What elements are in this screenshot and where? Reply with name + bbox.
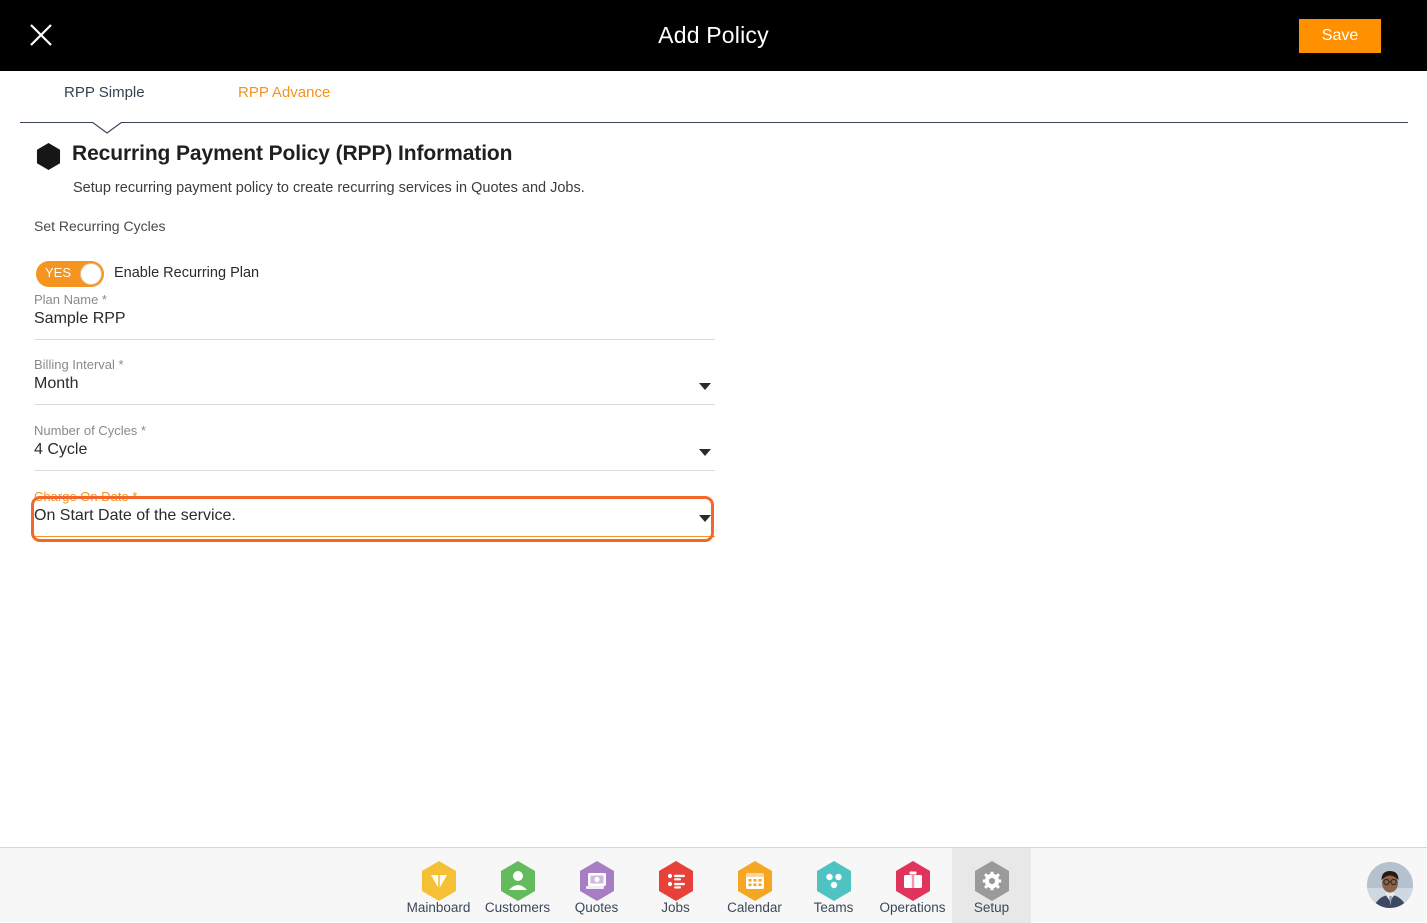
field-underline	[34, 536, 715, 537]
customers-icon	[500, 861, 535, 901]
plan-name-label: Plan Name *	[34, 292, 107, 307]
hexagon-icon	[36, 143, 61, 170]
quotes-icon	[579, 861, 614, 901]
chevron-down-icon[interactable]	[699, 515, 711, 522]
nav-item-setup[interactable]: Setup	[952, 848, 1031, 923]
nav-label: Setup	[973, 900, 1010, 915]
group-label-set-recurring-cycles: Set Recurring Cycles	[34, 218, 166, 234]
nav-item-quotes[interactable]: Quotes	[557, 848, 636, 923]
calendar-icon	[737, 861, 772, 901]
field-underline	[34, 339, 715, 340]
nav-label: Operations	[879, 900, 946, 915]
nav-item-mainboard[interactable]: Mainboard	[399, 848, 478, 923]
jobs-icon	[658, 861, 693, 901]
enable-recurring-plan-toggle[interactable]: YES	[36, 261, 104, 287]
nav-label: Quotes	[574, 900, 619, 915]
nav-label: Mainboard	[406, 900, 471, 915]
field-underline	[34, 404, 715, 405]
toggle-knob	[80, 263, 102, 285]
active-tab-chevron-icon	[92, 122, 122, 134]
billing-interval-value[interactable]: Month	[34, 375, 78, 393]
plan-name-value[interactable]: Sample RPP	[34, 310, 126, 328]
nav-item-teams[interactable]: Teams	[794, 848, 873, 923]
nav-item-jobs[interactable]: Jobs	[636, 848, 715, 923]
user-avatar[interactable]	[1367, 862, 1413, 908]
nav-item-calendar[interactable]: Calendar	[715, 848, 794, 923]
nav-label: Teams	[813, 900, 854, 915]
operations-icon	[895, 861, 930, 901]
tab-rpp-advance[interactable]: RPP Advance	[238, 84, 330, 101]
section-subtitle: Setup recurring payment policy to create…	[73, 180, 585, 196]
teams-icon	[816, 861, 851, 901]
nav-label: Jobs	[661, 900, 690, 915]
field-underline	[34, 470, 715, 471]
chevron-down-icon[interactable]	[699, 449, 711, 456]
chevron-down-icon[interactable]	[699, 383, 711, 390]
nav-label: Calendar	[727, 900, 782, 915]
toggle-state-label: YES	[45, 265, 72, 280]
page-title: Add Policy	[658, 22, 769, 48]
tab-rpp-simple[interactable]: RPP Simple	[64, 84, 145, 101]
nav-label: Customers	[484, 900, 551, 915]
save-button[interactable]: Save	[1299, 19, 1381, 53]
setup-icon	[974, 861, 1009, 901]
nav-item-customers[interactable]: Customers	[478, 848, 557, 923]
bottom-nav-bar: Mainboard Customers Quotes Jobs Calendar…	[0, 847, 1427, 923]
billing-interval-label: Billing Interval *	[34, 357, 124, 372]
nav-item-operations[interactable]: Operations	[873, 848, 952, 923]
tab-bar: RPP Simple RPP Advance	[0, 71, 1427, 123]
charge-on-date-label: Charge On Date *	[34, 489, 138, 504]
mainboard-icon	[421, 861, 456, 901]
top-app-bar: Add Policy Save	[0, 0, 1427, 71]
charge-on-date-value[interactable]: On Start Date of the service.	[34, 507, 236, 525]
enable-recurring-plan-label: Enable Recurring Plan	[114, 265, 260, 281]
number-of-cycles-label: Number of Cycles *	[34, 423, 146, 438]
tab-divider	[20, 122, 1408, 123]
section-title: Recurring Payment Policy (RPP) Informati…	[72, 142, 513, 165]
number-of-cycles-value[interactable]: 4 Cycle	[34, 441, 87, 459]
